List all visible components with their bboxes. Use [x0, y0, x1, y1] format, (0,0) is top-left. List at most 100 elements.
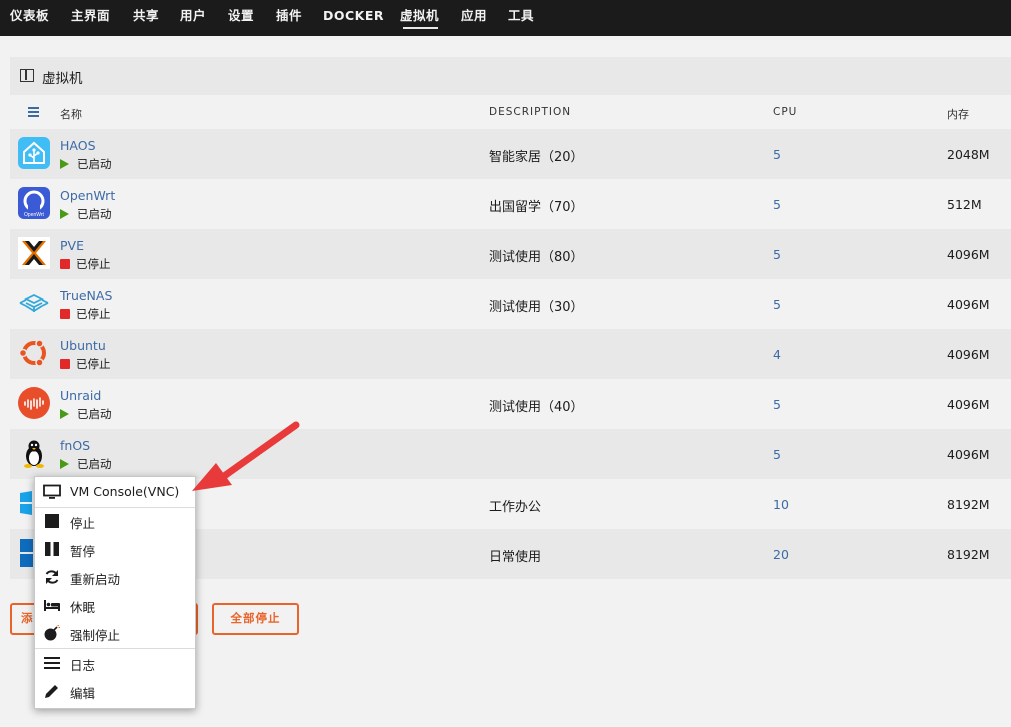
vm-state: 已停止 — [60, 306, 111, 322]
monitor-icon — [43, 484, 61, 499]
linux-tux-icon[interactable] — [18, 437, 50, 469]
nav-dashboard[interactable]: 仪表板 — [10, 0, 49, 36]
nav-settings[interactable]: 设置 — [228, 0, 254, 36]
unraid-icon[interactable] — [18, 387, 50, 419]
nav-docker[interactable]: DOCKER — [323, 0, 384, 36]
vm-state-label: 已启动 — [77, 157, 112, 171]
menu-item-label: 重新启动 — [70, 572, 121, 587]
menu-item-label: 休眠 — [70, 600, 96, 615]
menu-item-edit[interactable]: 编辑 — [35, 679, 195, 705]
table-row: fnOS 已启动 5 4096M — [10, 429, 1011, 479]
menu-item-stop[interactable]: 停止 — [35, 509, 195, 535]
menu-divider — [35, 648, 195, 649]
list-view-icon[interactable] — [28, 107, 39, 117]
vm-name-link[interactable]: HAOS — [60, 138, 96, 153]
table-row: PVE 已停止 测试使用（80） 5 4096M — [10, 229, 1011, 279]
column-cpu[interactable]: CPU — [773, 106, 797, 118]
stop-icon — [45, 514, 59, 528]
vm-state-label: 已停止 — [76, 307, 111, 321]
vm-state-label: 已启动 — [77, 457, 112, 471]
table-header: 名称 DESCRIPTION CPU 内存 — [10, 95, 1011, 129]
nav-vms[interactable]: 虚拟机 — [400, 0, 439, 36]
menu-item-label: 强制停止 — [70, 628, 121, 643]
vm-cpu-link[interactable]: 5 — [773, 447, 781, 462]
menu-item-hibernate[interactable]: 休眠 — [35, 593, 195, 619]
nav-tools[interactable]: 工具 — [508, 0, 534, 36]
table-row: Unraid 已启动 测试使用（40） 5 4096M — [10, 379, 1011, 429]
vm-description: 测试使用（30） — [489, 300, 584, 315]
vm-state-label: 已停止 — [76, 257, 111, 271]
vm-name-link[interactable]: Ubuntu — [60, 338, 106, 353]
nav-main[interactable]: 主界面 — [71, 0, 110, 36]
vm-description: 日常使用 — [489, 550, 542, 565]
stop-icon — [60, 309, 70, 319]
menu-item-pause[interactable]: 暂停 — [35, 537, 195, 563]
menu-item-label: 停止 — [70, 516, 96, 531]
svg-text:OpenWrt: OpenWrt — [24, 212, 45, 218]
vm-memory: 4096M — [947, 247, 990, 262]
home-assistant-icon[interactable] — [18, 137, 50, 169]
columns-icon — [20, 69, 34, 82]
stop-all-button[interactable]: 全部停止 — [212, 603, 299, 635]
nav-plugins[interactable]: 插件 — [276, 0, 302, 36]
vm-description: 测试使用（80） — [489, 250, 584, 265]
column-name[interactable]: 名称 — [60, 106, 82, 122]
vm-state: 已启动 — [60, 156, 112, 172]
table-row: HAOS 已启动 智能家居（20） 5 2048M — [10, 129, 1011, 179]
play-icon — [60, 459, 69, 469]
vm-memory: 512M — [947, 197, 982, 212]
vm-cpu-link[interactable]: 5 — [773, 197, 781, 212]
vm-cpu-link[interactable]: 5 — [773, 147, 781, 162]
vm-cpu-link[interactable]: 5 — [773, 297, 781, 312]
vm-panel-header: 虚拟机 — [10, 57, 1011, 95]
active-tab-underline — [403, 27, 438, 29]
vm-cpu-link[interactable]: 5 — [773, 397, 781, 412]
vm-cpu-link[interactable]: 5 — [773, 247, 781, 262]
menu-item-label: 编辑 — [70, 686, 96, 701]
column-description[interactable]: DESCRIPTION — [489, 106, 571, 118]
proxmox-icon[interactable] — [18, 237, 50, 269]
nav-shares[interactable]: 共享 — [133, 0, 159, 36]
vm-state: 已启动 — [60, 406, 112, 422]
nav-users[interactable]: 用户 — [180, 0, 206, 36]
vm-name-link[interactable]: fnOS — [60, 438, 90, 453]
openwrt-icon[interactable]: OpenWrt — [18, 187, 50, 219]
vm-memory: 8192M — [947, 547, 990, 562]
vm-context-menu: VM Console(VNC) 停止 暂停 重新启动 休眠 强制停止 日志 编辑 — [34, 476, 196, 709]
top-navigation: 仪表板 主界面 共享 用户 设置 插件 DOCKER 虚拟机 应用 工具 — [0, 0, 1011, 36]
vm-cpu-link[interactable]: 4 — [773, 347, 781, 362]
menu-item-vnc-console[interactable]: VM Console(VNC) — [35, 480, 195, 506]
menu-item-force-stop[interactable]: 强制停止 — [35, 621, 195, 647]
ubuntu-icon[interactable] — [18, 337, 50, 369]
table-row: TrueNAS 已停止 测试使用（30） 5 4096M — [10, 279, 1011, 329]
menu-item-logs[interactable]: 日志 — [35, 651, 195, 677]
panel-title: 虚拟机 — [42, 71, 83, 87]
nav-apps[interactable]: 应用 — [461, 0, 487, 36]
vm-memory: 4096M — [947, 397, 990, 412]
vm-name-link[interactable]: OpenWrt — [60, 188, 115, 203]
vm-name-link[interactable]: PVE — [60, 238, 84, 253]
menu-item-label: 暂停 — [70, 544, 96, 559]
annotation-arrow — [192, 421, 300, 491]
vm-description: 出国留学（70） — [489, 200, 584, 215]
pencil-icon — [45, 685, 58, 698]
vm-cpu-link[interactable]: 10 — [773, 497, 789, 512]
vm-cpu-link[interactable]: 20 — [773, 547, 789, 562]
vm-description: 测试使用（40） — [489, 400, 584, 415]
vm-state: 已启动 — [60, 456, 112, 472]
play-icon — [60, 159, 69, 169]
truenas-icon[interactable] — [18, 287, 50, 319]
vm-memory: 2048M — [947, 147, 990, 162]
menu-item-label: 日志 — [70, 658, 96, 673]
menu-item-restart[interactable]: 重新启动 — [35, 565, 195, 591]
menu-lines-icon — [44, 657, 60, 669]
bomb-icon — [44, 625, 60, 641]
vm-name-link[interactable]: TrueNAS — [60, 288, 112, 303]
bed-icon — [44, 600, 60, 611]
vm-state: 已停止 — [60, 256, 111, 272]
menu-item-label: VM Console(VNC) — [70, 484, 180, 499]
vm-name-link[interactable]: Unraid — [60, 388, 101, 403]
vm-memory: 4096M — [947, 347, 990, 362]
column-memory[interactable]: 内存 — [947, 106, 969, 122]
vm-memory: 8192M — [947, 497, 990, 512]
